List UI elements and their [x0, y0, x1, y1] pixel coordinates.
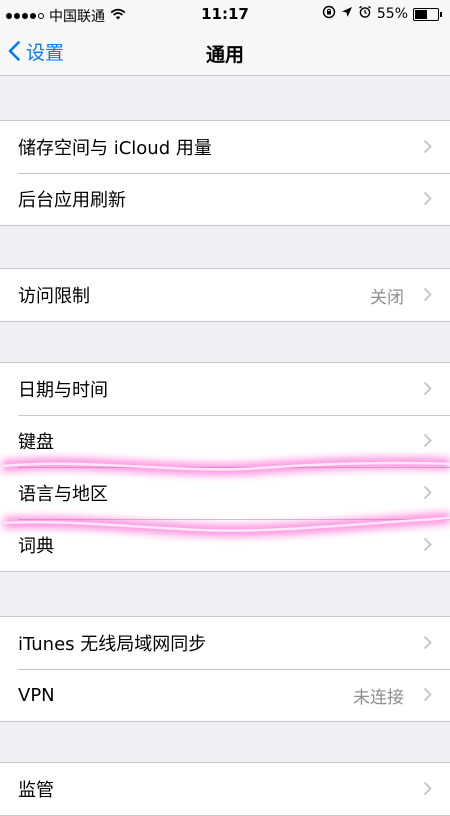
rotation-lock-icon: [322, 5, 336, 23]
alarm-icon: [358, 5, 372, 23]
row-label: VPN: [18, 684, 55, 706]
page-title: 通用: [205, 44, 244, 66]
row-date-time[interactable]: 日期与时间: [0, 363, 450, 415]
chevron-right-icon: [423, 781, 432, 796]
row-label: 日期与时间: [18, 380, 108, 401]
row-value: 未连接: [353, 687, 404, 708]
settings-group-locale: 日期与时间 键盘 语言与地区 词典: [0, 362, 450, 572]
row-label: iTunes 无线局域网同步: [18, 634, 207, 655]
settings-group-supervision: 监管: [0, 762, 450, 816]
settings-group-sync: iTunes 无线局域网同步 VPN 未连接: [0, 616, 450, 722]
row-label: 后台应用刷新: [18, 190, 126, 211]
settings-group-restrictions: 访问限制 关闭: [0, 268, 450, 322]
row-itunes-wifi-sync[interactable]: iTunes 无线局域网同步: [0, 617, 450, 669]
chevron-right-icon: [423, 191, 432, 206]
chevron-right-icon: [423, 433, 432, 448]
battery-icon: [413, 7, 439, 21]
chevron-right-icon: [423, 485, 432, 500]
row-label: 语言与地区: [18, 484, 108, 505]
row-background-refresh[interactable]: 后台应用刷新: [0, 173, 450, 225]
row-restrictions[interactable]: 访问限制 关闭: [0, 269, 450, 321]
status-bar: 中国联通 11:17 55%: [0, 0, 450, 28]
row-label: 监管: [18, 780, 54, 801]
navigation-bar: 设置 通用: [0, 28, 450, 76]
row-label: 键盘: [18, 432, 54, 453]
row-label: 储存空间与 iCloud 用量: [18, 138, 212, 159]
chevron-right-icon: [423, 635, 432, 650]
chevron-right-icon: [423, 537, 432, 552]
row-vpn[interactable]: VPN 未连接: [0, 669, 450, 721]
row-label: 访问限制: [18, 286, 90, 307]
row-supervision[interactable]: 监管: [0, 763, 450, 815]
row-storage-icloud[interactable]: 储存空间与 iCloud 用量: [0, 121, 450, 173]
status-right: 55%: [322, 5, 442, 23]
chevron-right-icon: [423, 687, 432, 702]
row-label: 词典: [18, 536, 54, 557]
row-dictionary[interactable]: 词典: [0, 519, 450, 571]
row-language-region[interactable]: 语言与地区: [0, 467, 450, 519]
chevron-right-icon: [423, 287, 432, 302]
chevron-right-icon: [423, 381, 432, 396]
row-value: 关闭: [370, 287, 404, 308]
row-keyboard[interactable]: 键盘: [0, 415, 450, 467]
chevron-right-icon: [423, 139, 432, 154]
battery-percent: 55%: [376, 6, 408, 22]
location-arrow-icon: [341, 6, 353, 22]
settings-group-storage: 储存空间与 iCloud 用量 后台应用刷新: [0, 120, 450, 226]
